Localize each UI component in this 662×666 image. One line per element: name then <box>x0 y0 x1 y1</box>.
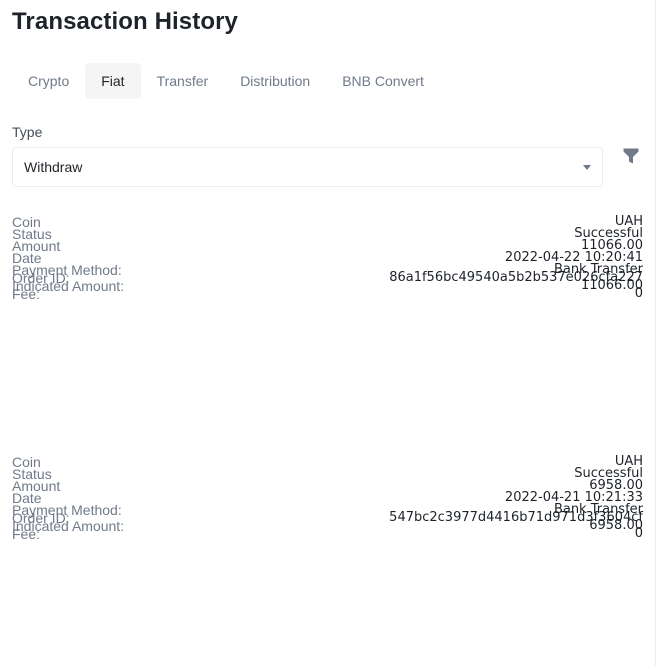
type-label: Type <box>12 124 43 140</box>
fee-value: 0 <box>634 526 643 541</box>
type-select[interactable]: Withdraw <box>12 147 603 187</box>
caret-down-icon <box>583 165 591 170</box>
tab-distribution[interactable]: Distribution <box>224 63 326 99</box>
history-tabs: Crypto Fiat Transfer Distribution BNB Co… <box>12 63 440 99</box>
type-select-value: Withdraw <box>24 159 83 175</box>
tab-transfer[interactable]: Transfer <box>141 63 225 99</box>
tab-fiat[interactable]: Fiat <box>85 63 141 99</box>
page-right-border <box>655 0 656 666</box>
indicated-amount-value: 11066.00 <box>580 278 643 293</box>
page-title: Transaction History <box>12 8 238 35</box>
fee-value: 0 <box>634 286 643 301</box>
fee-label: Fee: <box>12 286 41 302</box>
tab-crypto[interactable]: Crypto <box>12 63 85 99</box>
funnel-icon[interactable] <box>621 146 641 166</box>
fee-label: Fee: <box>12 526 41 542</box>
tab-bnb-convert[interactable]: BNB Convert <box>326 63 440 99</box>
transaction-history-page: Transaction History Crypto Fiat Transfer… <box>0 0 655 666</box>
